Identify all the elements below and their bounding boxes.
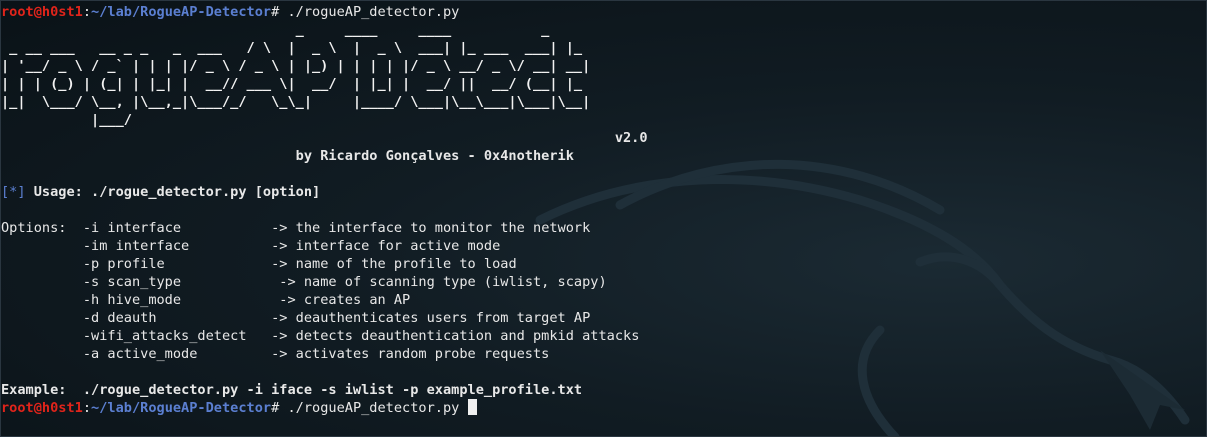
usage-text: Usage: ./rogue_detector.py [option]	[25, 184, 321, 200]
options-header: Options:	[1, 220, 67, 236]
option-flag: -p profile	[82, 256, 165, 272]
option-desc: deauthenticates users from target AP	[295, 310, 591, 326]
option-arrow: ->	[271, 220, 296, 236]
options-row: -s scan_type -> name of scanning type (i…	[1, 273, 1201, 291]
example-line: Example: ./rogue_detector.py -i iface -s…	[1, 381, 1201, 399]
option-arrow: ->	[271, 328, 296, 344]
options-row: -d deauth -> deauthenticates users from …	[1, 309, 1201, 327]
option-flag: -i interface	[82, 220, 182, 236]
usage-line: [*] Usage: ./rogue_detector.py [option]	[1, 183, 1201, 201]
text-cursor[interactable]	[467, 399, 477, 415]
banner-author-line: by Ricardo Gonçalves - 0x4notherik	[1, 147, 1201, 165]
option-arrow: ->	[279, 292, 304, 308]
option-desc: name of the profile to load	[295, 256, 517, 272]
options-row: -p profile -> name of the profile to loa…	[1, 255, 1201, 273]
banner-version-line: v2.0	[1, 129, 1201, 147]
banner-version: v2.0	[614, 130, 648, 146]
option-arrow: ->	[271, 238, 296, 254]
option-arrow: ->	[271, 310, 296, 326]
prompt-path: ~/lab/RogueAP-Detector	[91, 4, 272, 20]
prompt-separator: :	[82, 400, 92, 416]
options-row: -a active_mode -> activates random probe…	[1, 345, 1201, 363]
options-row: -h hive_mode -> creates an AP	[1, 291, 1201, 309]
terminal-window[interactable]: root@h0st1:~/lab/RogueAP-Detector# ./rog…	[0, 0, 1207, 437]
option-flag: -s scan_type	[82, 274, 182, 290]
prompt-user: root@h0st1	[1, 4, 83, 20]
prompt-path: ~/lab/RogueAP-Detector	[91, 400, 272, 416]
option-desc: detects deauthentication and pmkid attac…	[295, 328, 640, 344]
option-arrow: ->	[279, 274, 304, 290]
option-desc: activates random probe requests	[295, 346, 550, 362]
prompt-command: ./rogueAP_detector.py	[287, 400, 460, 416]
terminal-output: root@h0st1:~/lab/RogueAP-Detector# ./rog…	[1, 3, 1201, 417]
prompt-separator: :	[82, 4, 92, 20]
example-command: ./rogue_detector.py -i iface -s iwlist -…	[82, 382, 583, 398]
banner-author: by Ricardo Gonçalves - 0x4notherik	[295, 148, 574, 164]
option-arrow: ->	[271, 346, 296, 362]
option-arrow: ->	[271, 256, 296, 272]
prompt-symbol: #	[271, 4, 288, 20]
option-flag: -im interface	[82, 238, 190, 254]
options-row: -im interface -> interface for active mo…	[1, 237, 1201, 255]
prompt-line-1: root@h0st1:~/lab/RogueAP-Detector# ./rog…	[1, 3, 1201, 21]
option-flag: -a active_mode	[82, 346, 198, 362]
option-desc: the interface to monitor the network	[295, 220, 591, 236]
prompt-user: root@h0st1	[1, 400, 83, 416]
options-row: Options: -i interface -> the interface t…	[1, 219, 1201, 237]
prompt-line-2[interactable]: root@h0st1:~/lab/RogueAP-Detector# ./rog…	[1, 399, 1201, 417]
option-desc: interface for active mode	[295, 238, 501, 254]
option-flag: -wifi_attacks_detect	[82, 328, 247, 344]
prompt-command: ./rogueAP_detector.py	[287, 4, 460, 20]
options-row: -wifi_attacks_detect -> detects deauthen…	[1, 327, 1201, 345]
option-flag: -d deauth	[82, 310, 157, 326]
usage-marker: [*]	[1, 184, 26, 200]
example-label: Example:	[1, 382, 67, 398]
option-desc: creates an AP	[303, 292, 411, 308]
option-flag: -h hive_mode	[82, 292, 182, 308]
prompt-symbol: #	[271, 400, 288, 416]
banner-ascii-art: _ ____ ____ _ _ __ ___ __ _ _ _ ___ / \ …	[1, 22, 591, 128]
option-desc: name of scanning type (iwlist, scapy)	[303, 274, 607, 290]
